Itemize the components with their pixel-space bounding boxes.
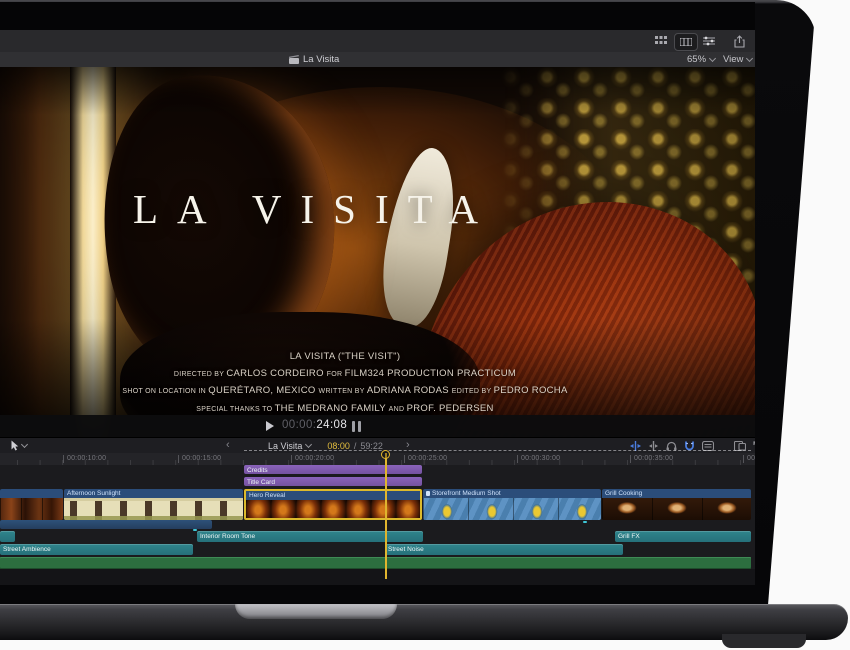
clip-filmstrip-thumbnails [64, 498, 243, 520]
timeline-clip-interior-room-tone[interactable]: Interior Room Tone [197, 531, 423, 542]
timeline-clip-afternoon-sunlight[interactable]: Afternoon Sunlight [64, 489, 243, 520]
clip-title: Grill Cooking [602, 489, 751, 498]
clip-title: Street Ambience [0, 544, 193, 553]
edit-marker [583, 521, 587, 523]
timeline-clip-storefront-medium-shot[interactable]: Storefront Medium Shot [423, 489, 601, 520]
playhead[interactable] [385, 453, 387, 579]
laptop-foot [722, 634, 806, 648]
clip-title: Street Noise [385, 544, 623, 553]
timeline-clip-credits[interactable]: Credits [244, 465, 422, 474]
clip-filmstrip-thumbnails [246, 500, 420, 518]
timeline-clip[interactable] [0, 520, 212, 529]
timeline-clip[interactable] [0, 531, 15, 542]
clip-title: Interior Room Tone [197, 531, 423, 540]
playhead-handle[interactable] [381, 450, 390, 459]
clip-title: Storefront Medium Shot [423, 489, 601, 498]
edit-marker [193, 529, 197, 531]
timeline-clip-grill-cooking[interactable]: Grill Cooking [602, 489, 751, 520]
timeline-clip-hero-reveal[interactable]: Hero Reveal [244, 489, 422, 520]
timeline-tracks: Credits Title CardAfternoon SunlightHero … [0, 2, 755, 585]
clip-filmstrip-thumbnails [423, 498, 601, 520]
clip-filmstrip-thumbnails [0, 498, 63, 520]
clip-title: Grill FX [615, 531, 751, 540]
clip-title: Credits [244, 465, 422, 474]
screen-content: La Visita 65% View LA VISITA LA VISITA (… [0, 2, 755, 585]
clip-title: Title Card [244, 477, 422, 486]
timeline-clip-title-card[interactable]: Title Card [244, 477, 422, 486]
clip-title: Hero Reveal [246, 491, 420, 500]
laptop-base [0, 604, 848, 640]
timeline-clip[interactable] [0, 489, 63, 520]
clip-filmstrip-thumbnails [602, 498, 751, 520]
timeline-clip-street-ambience[interactable]: Street Ambience [0, 544, 193, 555]
laptop-lid-notch [235, 604, 397, 619]
timeline-clip-street-noise[interactable]: Street Noise [385, 544, 623, 555]
clip-title [0, 489, 63, 498]
clip-title: Afternoon Sunlight [64, 489, 243, 498]
timeline-clip-grill-fx[interactable]: Grill FX [615, 531, 751, 542]
timeline-clip[interactable] [0, 557, 751, 569]
clip-media-icon [426, 491, 430, 496]
